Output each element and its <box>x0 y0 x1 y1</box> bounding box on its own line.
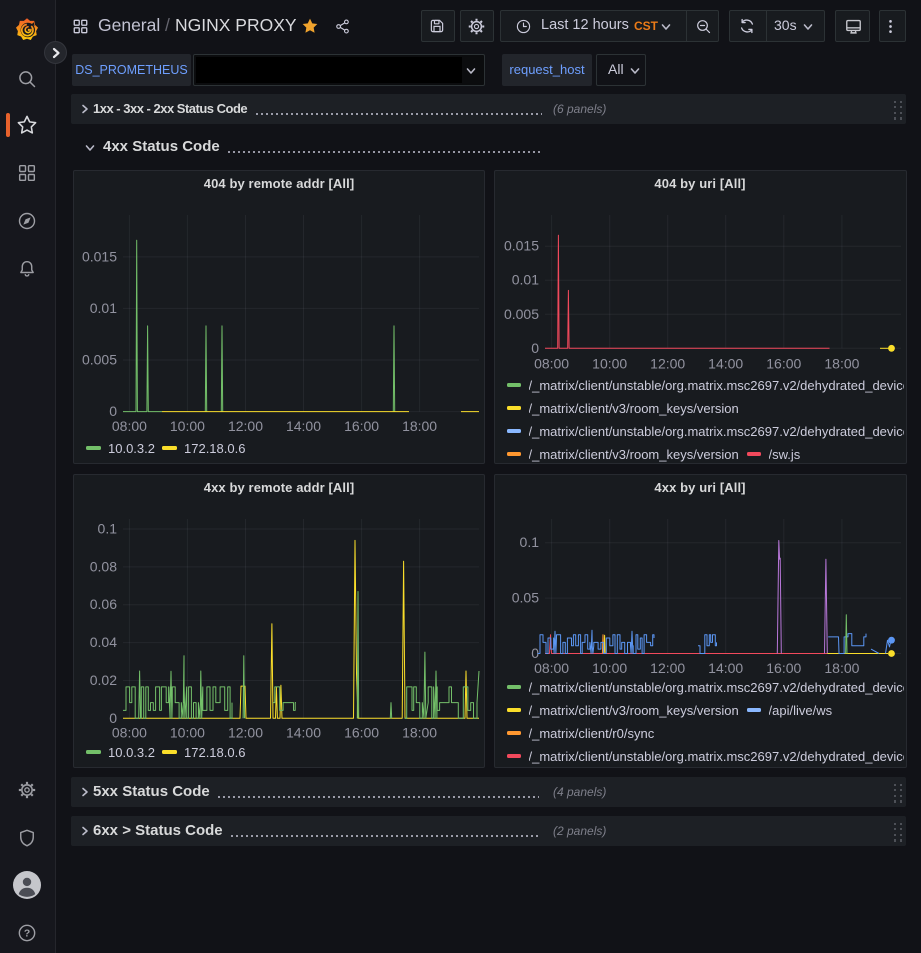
svg-text:12:00: 12:00 <box>228 725 263 741</box>
svg-text:0.005: 0.005 <box>82 352 117 368</box>
svg-text:0.1: 0.1 <box>519 534 539 550</box>
svg-text:10:00: 10:00 <box>170 725 205 741</box>
svg-text:14:00: 14:00 <box>708 660 743 676</box>
svg-text:10:00: 10:00 <box>592 660 627 676</box>
svg-text:0.08: 0.08 <box>90 558 117 574</box>
svg-text:16:00: 16:00 <box>766 660 801 676</box>
svg-text:12:00: 12:00 <box>650 660 685 676</box>
svg-text:10:00: 10:00 <box>170 418 205 434</box>
svg-text:12:00: 12:00 <box>228 418 263 434</box>
svg-text:18:00: 18:00 <box>402 725 437 741</box>
svg-text:0.005: 0.005 <box>503 306 538 322</box>
svg-text:18:00: 18:00 <box>402 418 437 434</box>
svg-text:0.02: 0.02 <box>90 672 117 688</box>
svg-text:12:00: 12:00 <box>650 356 685 372</box>
svg-text:16:00: 16:00 <box>344 725 379 741</box>
svg-text:18:00: 18:00 <box>824 660 859 676</box>
svg-text:08:00: 08:00 <box>112 418 147 434</box>
svg-text:0.01: 0.01 <box>90 300 117 316</box>
svg-text:0: 0 <box>109 403 117 419</box>
svg-text:0.015: 0.015 <box>82 248 117 264</box>
svg-text:10:00: 10:00 <box>592 356 627 372</box>
svg-text:0.04: 0.04 <box>90 634 117 650</box>
svg-text:?: ? <box>24 929 30 940</box>
svg-text:0.06: 0.06 <box>90 596 117 612</box>
svg-text:14:00: 14:00 <box>286 725 321 741</box>
svg-text:08:00: 08:00 <box>534 660 569 676</box>
svg-text:18:00: 18:00 <box>824 356 859 372</box>
svg-text:0.01: 0.01 <box>511 272 538 288</box>
svg-text:0.1: 0.1 <box>98 521 118 537</box>
svg-text:14:00: 14:00 <box>708 356 743 372</box>
svg-text:0.015: 0.015 <box>503 238 538 254</box>
svg-text:0.05: 0.05 <box>511 590 538 606</box>
svg-text:16:00: 16:00 <box>766 356 801 372</box>
svg-text:14:00: 14:00 <box>286 418 321 434</box>
svg-text:0: 0 <box>109 710 117 726</box>
svg-text:16:00: 16:00 <box>344 418 379 434</box>
svg-text:08:00: 08:00 <box>112 725 147 741</box>
svg-text:08:00: 08:00 <box>534 356 569 372</box>
svg-text:0: 0 <box>531 340 539 356</box>
